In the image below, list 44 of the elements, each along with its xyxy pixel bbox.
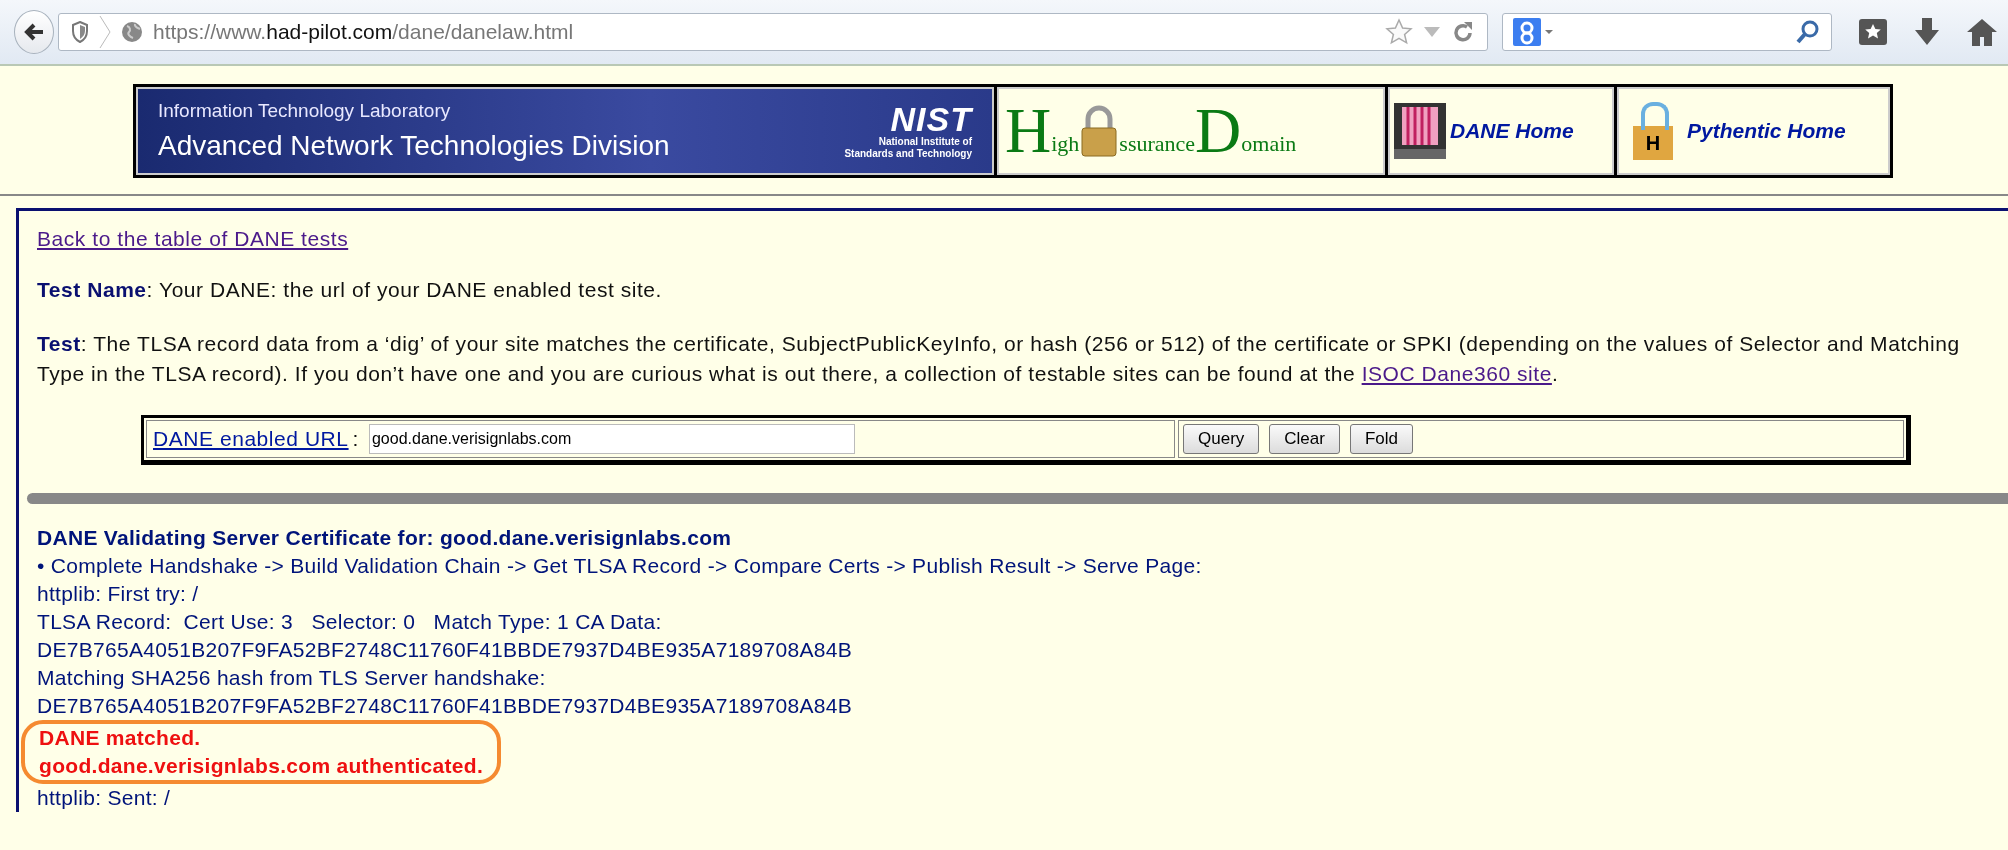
log-line: • Complete Handshake -> Build Validation Chain -> Get TLSA Record -> Compare Certs -> Publish Result -> Serve Page: <box>37 553 1203 579</box>
status-line: DANE matched. <box>39 725 202 751</box>
url-input[interactable]: good.dane.verisignlabs.com <box>368 424 855 454</box>
form-button[interactable]: Clear <box>1269 424 1340 454</box>
log-line: httplib: Sent: / <box>37 785 172 811</box>
download-icon[interactable] <box>1914 17 1940 47</box>
url-text: https://www.had-pilot.com/dane/danelaw.html <box>153 20 574 44</box>
log-line: Matching SHA256 hash from TLS Server handshake: <box>37 665 547 691</box>
institute-name: National Institute of Standards and Technology <box>844 136 972 160</box>
status-line: good.dane.verisignlabs.com authenticated. <box>39 753 484 779</box>
chevron-icon <box>99 15 111 49</box>
log-line: DE7B765A4051B207F9FA52BF2748C11760F41BBDE7937D4BE935A7189708A84B <box>37 693 854 719</box>
shield-icon[interactable] <box>71 21 89 43</box>
form-button[interactable]: Query <box>1183 424 1260 454</box>
log-line: httplib: First try: / <box>37 581 200 607</box>
test-name-text: Test Name: Your DANE: the url of your DANE enabled test site. <box>37 277 663 303</box>
address-bar[interactable]: https://www.had-pilot.com/dane/danelaw.html <box>58 13 1488 51</box>
log-line: DE7B765A4051B207F9FA52BF2748C11760F41BBDE7937D4BE935A7189708A84B <box>37 637 854 663</box>
nist-logo: NIST <box>890 102 972 136</box>
lab-name: Information Technology Laboratory <box>158 100 452 122</box>
search-field[interactable] <box>1502 13 1832 51</box>
division-name: Advanced Network Technologies Division <box>158 130 670 162</box>
server-rack-icon <box>1394 103 1446 159</box>
result-heading: DANE Validating Server Certificate for: good.dane.verisignlabs.com <box>37 525 733 551</box>
back-button[interactable] <box>14 10 54 54</box>
star-icon[interactable] <box>1385 18 1413 46</box>
dane-home-link[interactable]: DANE Home <box>1388 87 1614 175</box>
form-button[interactable]: Fold <box>1349 424 1413 454</box>
back-link[interactable]: Back to the table of DANE tests <box>37 227 349 250</box>
reload-icon[interactable] <box>1451 20 1475 44</box>
nist-banner[interactable]: Information Technology Laboratory Advanced Network Technologies Division NIST National Institute of Standards and Technology <box>136 87 994 175</box>
search-engine-icon[interactable] <box>1513 17 1555 47</box>
home-icon[interactable] <box>1966 17 1998 47</box>
high-assurance-domain-logo[interactable]: High ssuranceDomain <box>997 87 1385 175</box>
search-icon[interactable] <box>1795 19 1821 45</box>
isoc-dane360-link[interactable]: ISOC Dane360 site <box>1361 362 1552 385</box>
padlock-icon <box>1079 105 1120 157</box>
globe-icon <box>121 21 143 43</box>
log-line: TLSA Record: Cert Use: 3 Selector: 0 Match Type: 1 CA Data: <box>37 609 663 635</box>
pythentic-home-link[interactable]: H Pythentic Home <box>1617 87 1890 175</box>
colon-text: : <box>352 427 359 451</box>
bookmarks-icon[interactable] <box>1858 18 1888 46</box>
test-description: Test: The TLSA record data from a ‘dig’ of your site matches the certificate, SubjectPublicKeyInfo, or hash (256 or 512) of the certificate or SPKI (depending on the values of Selector and Matching Type in the TLSA record). If you don’t have one and you are curious what is out there, a collection of testable sites can be found at the ISOC Dane360 site. <box>37 331 1961 387</box>
url-label-link[interactable]: DANE enabled URL <box>153 427 349 451</box>
